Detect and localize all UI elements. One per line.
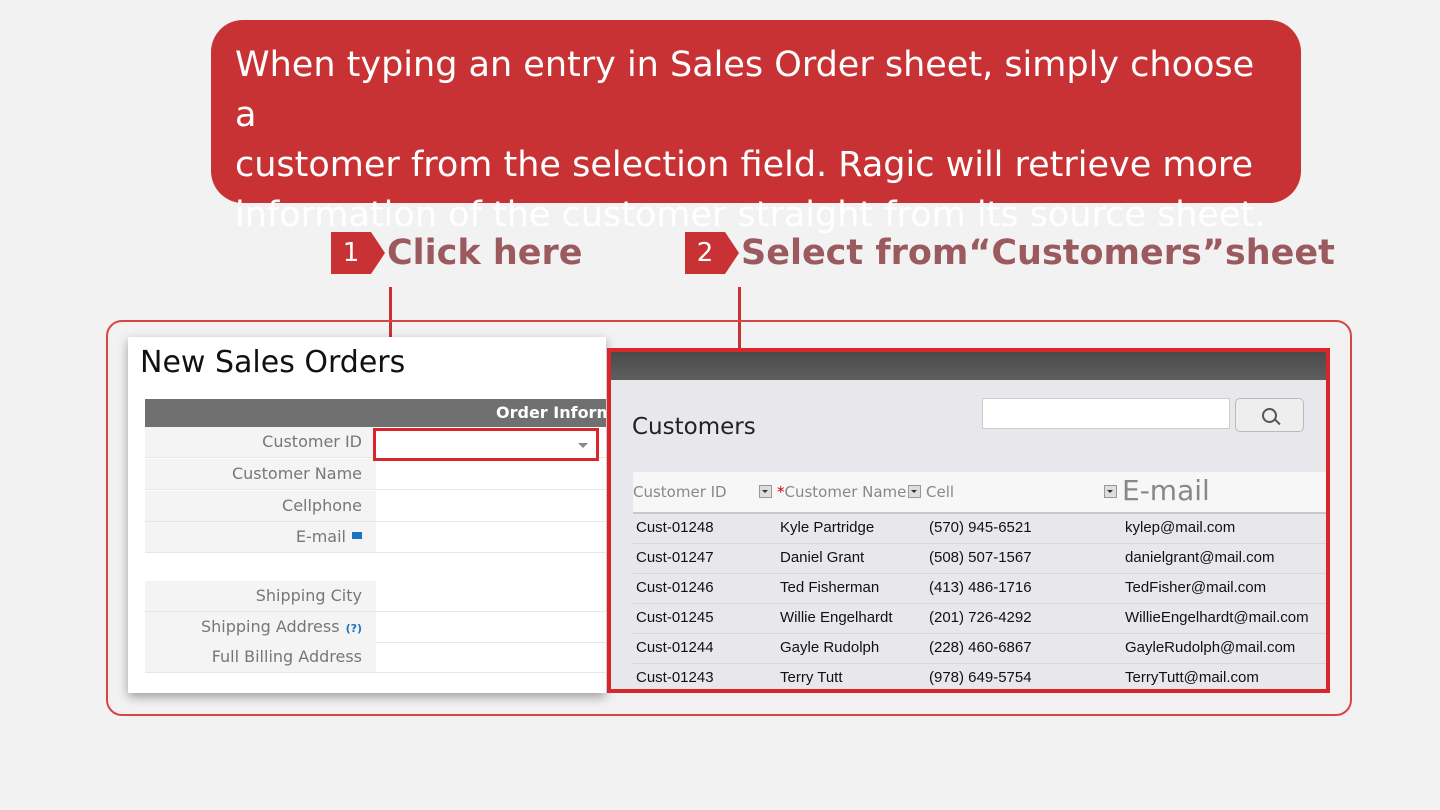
cell-email: danielgrant@mail.com (1125, 549, 1275, 566)
form-row-shipping-address: Shipping Address (?) (145, 612, 606, 643)
search-button[interactable] (1235, 398, 1304, 432)
cell-customer-name: Ted Fisherman (780, 579, 880, 596)
shipping-city-label: Shipping City (145, 581, 376, 611)
cell-cell: (201) 726-4292 (929, 609, 1032, 626)
callout-line-2: customer from the selection field. Ragic… (235, 145, 1254, 185)
cell-customer-name: Willie Engelhardt (780, 609, 893, 626)
popup-title-bar[interactable] (611, 352, 1326, 380)
cell-customer-id: Cust-01246 (636, 579, 714, 596)
cell-customer-id: Cust-01245 (636, 609, 714, 626)
cell-customer-name: Gayle Rudolph (780, 639, 880, 656)
cell-customer-id: Cust-01243 (636, 669, 714, 686)
required-mark: * (777, 483, 785, 501)
cell-email: GayleRudolph@mail.com (1125, 639, 1296, 656)
filter-dropdown-icon[interactable] (1104, 485, 1117, 498)
cell-email: kylep@mail.com (1125, 519, 1236, 536)
cell-cell: (228) 460-6867 (929, 639, 1032, 656)
search-icon (1262, 408, 1277, 423)
customer-name-label: Customer Name (145, 459, 376, 489)
step-1-number: 1 (331, 232, 385, 274)
cell-customer-id: Cust-01248 (636, 519, 714, 536)
table-row[interactable]: Cust-01247 Daniel Grant (508) 507-1567 d… (633, 544, 1326, 574)
form-row-email: E-mail (145, 522, 606, 553)
cell-email: WillieEngelhardt@mail.com (1125, 609, 1309, 626)
customer-search-input[interactable] (982, 398, 1230, 429)
customer-id-select[interactable] (373, 428, 599, 461)
cell-cell: (413) 486-1716 (929, 579, 1032, 596)
page-title: New Sales Orders (140, 345, 406, 380)
table-row[interactable]: Cust-01245 Willie Engelhardt (201) 726-4… (633, 604, 1326, 634)
cell-cell: (570) 945-6521 (929, 519, 1032, 536)
form-row-cellphone: Cellphone (145, 491, 606, 522)
column-cell[interactable]: Cell (926, 483, 954, 501)
table-row[interactable]: Cust-01244 Gayle Rudolph (228) 460-6867 … (633, 634, 1326, 664)
customers-popup: Customers Customer ID *Customer Name Cel… (607, 348, 1330, 693)
cell-customer-id: Cust-01244 (636, 639, 714, 656)
cell-customer-name: Terry Tutt (780, 669, 843, 686)
email-label: E-mail (145, 522, 376, 552)
table-row[interactable]: Cust-01243 Terry Tutt (978) 649-5754 Ter… (633, 664, 1326, 689)
billing-address-label: Full Billing Address (145, 642, 376, 672)
cell-cell: (978) 649-5754 (929, 669, 1032, 686)
chevron-down-icon[interactable] (578, 443, 588, 448)
cell-cell: (508) 507-1567 (929, 549, 1032, 566)
instruction-callout: When typing an entry in Sales Order shee… (211, 20, 1301, 235)
help-icon[interactable]: (?) (346, 622, 362, 635)
step-1: 1 Click here (331, 232, 583, 274)
filter-dropdown-icon[interactable] (759, 485, 772, 498)
step-1-label: Click here (387, 233, 583, 273)
column-customer-name[interactable]: *Customer Name (777, 483, 906, 501)
table-row[interactable]: Cust-01248 Kyle Partridge (570) 945-6521… (633, 514, 1326, 544)
callout-line-1: When typing an entry in Sales Order shee… (235, 45, 1255, 135)
table-row[interactable]: Cust-01246 Ted Fisherman (413) 486-1716 … (633, 574, 1326, 604)
sales-order-form: New Sales Orders Order Information Custo… (128, 337, 606, 693)
cellphone-label: Cellphone (145, 491, 376, 521)
customers-table-header: Customer ID *Customer Name Cell E-mail (633, 472, 1326, 514)
cell-email: TedFisher@mail.com (1125, 579, 1267, 596)
form-row-customer-name: Customer Name (145, 459, 606, 490)
section-header: Order Information (145, 399, 606, 427)
form-row-shipping-city: Shipping City (145, 581, 606, 612)
step-2: 2 Select from“Customers”sheet (685, 232, 1335, 274)
filter-dropdown-icon[interactable] (908, 485, 921, 498)
cell-customer-id: Cust-01247 (636, 549, 714, 566)
step-2-number: 2 (685, 232, 739, 274)
customers-title: Customers (632, 414, 756, 440)
section-header-label: Order Information (496, 403, 606, 422)
mail-icon[interactable] (352, 532, 362, 539)
column-email[interactable]: E-mail (1122, 474, 1210, 507)
cell-email: TerryTutt@mail.com (1125, 669, 1259, 686)
column-customer-id[interactable]: Customer ID (633, 483, 727, 501)
form-row-billing-address: Full Billing Address (145, 642, 606, 673)
step-2-label: Select from“Customers”sheet (741, 233, 1335, 273)
cell-customer-name: Daniel Grant (780, 549, 865, 566)
cell-customer-name: Kyle Partridge (780, 519, 875, 536)
shipping-address-label: Shipping Address (?) (145, 612, 376, 642)
customer-id-label: Customer ID (145, 427, 376, 457)
